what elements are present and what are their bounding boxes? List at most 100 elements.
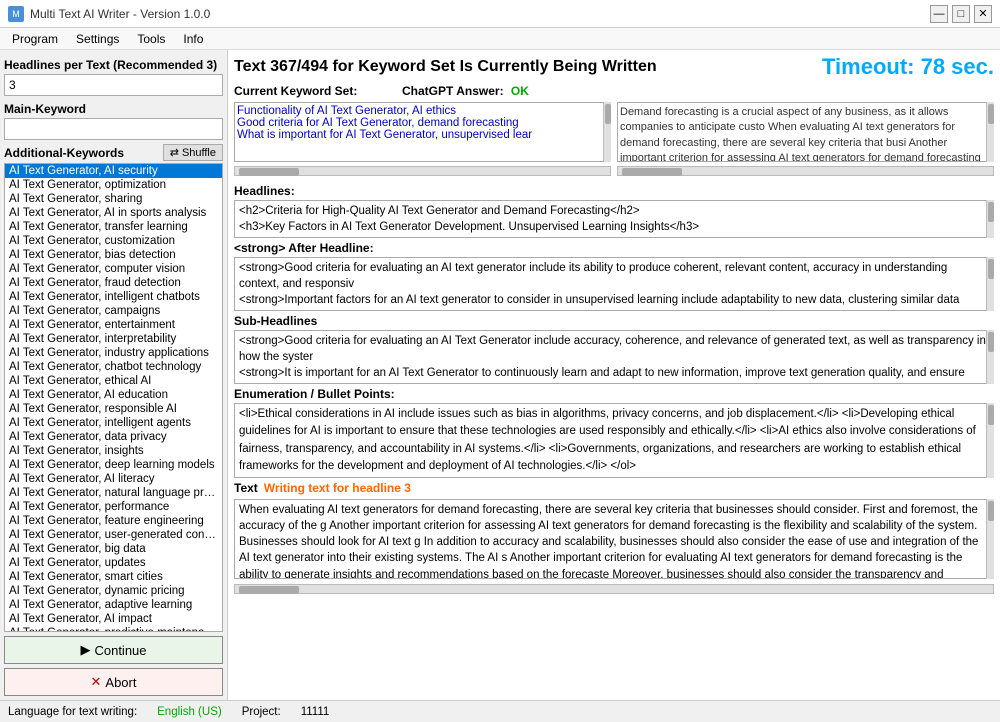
timeout-display: Timeout: 78 sec. xyxy=(822,54,994,80)
sub-headlines-textarea[interactable]: <strong>Good criteria for evaluating an … xyxy=(234,330,994,384)
sub-headlines-scrollbar[interactable] xyxy=(986,330,994,384)
keyword-item[interactable]: AI Text Generator, AI security xyxy=(5,164,222,178)
keyword-item[interactable]: AI Text Generator, AI impact xyxy=(5,612,222,626)
keyword-item[interactable]: AI Text Generator, user-generated conten… xyxy=(5,528,222,542)
keyword-chatgpt-row: Current Keyword Set: ChatGPT Answer: OK xyxy=(234,84,994,98)
keyword-item[interactable]: AI Text Generator, responsible AI xyxy=(5,402,222,416)
abort-button[interactable]: ✕ Abort xyxy=(4,668,223,696)
keyword-item[interactable]: AI Text Generator, predictive maintenanc… xyxy=(5,626,222,632)
menu-info[interactable]: Info xyxy=(175,30,211,47)
keyword-item[interactable]: AI Text Generator, computer vision xyxy=(5,262,222,276)
timeout-header: Text 367/494 for Keyword Set Is Currentl… xyxy=(234,54,994,80)
maximize-button[interactable]: □ xyxy=(952,5,970,23)
keyword-item[interactable]: AI Text Generator, natural language proc… xyxy=(5,486,222,500)
keyword-item[interactable]: AI Text Generator, transfer learning xyxy=(5,220,222,234)
after-headline-label: <strong> After Headline: xyxy=(234,241,994,255)
continue-button[interactable]: ▶ Continue xyxy=(4,636,223,664)
keyword-set-item: What is important for AI Text Generator,… xyxy=(237,129,608,141)
status-bar: Language for text writing: English (US) … xyxy=(0,700,1000,722)
chatgpt-box-wrapper: Demand forecasting is a crucial aspect o… xyxy=(617,102,994,162)
writing-title: Text 367/494 for Keyword Set Is Currentl… xyxy=(234,58,657,76)
text-section: Text Writing text for headline 3 When ev… xyxy=(234,481,994,579)
keyword-item[interactable]: AI Text Generator, entertainment xyxy=(5,318,222,332)
keyword-item[interactable]: AI Text Generator, adaptive learning xyxy=(5,598,222,612)
enum-box-wrapper: <li>Ethical considerations in AI include… xyxy=(234,403,994,478)
chatgpt-scrollbar[interactable] xyxy=(986,102,994,162)
keyword-item[interactable]: AI Text Generator, smart cities xyxy=(5,570,222,584)
keyword-item[interactable]: AI Text Generator, performance xyxy=(5,500,222,514)
close-button[interactable]: ✕ xyxy=(974,5,992,23)
language-label: Language for text writing: xyxy=(8,706,137,718)
keyword-item[interactable]: AI Text Generator, AI in sports analysis xyxy=(5,206,222,220)
sub-headlines-section: Sub-Headlines <strong>Good criteria for … xyxy=(234,314,994,384)
text-scrollbar[interactable] xyxy=(986,499,994,579)
keyword-item[interactable]: AI Text Generator, AI education xyxy=(5,388,222,402)
after-headline-scrollbar[interactable] xyxy=(986,257,994,311)
keyword-item[interactable]: AI Text Generator, data privacy xyxy=(5,430,222,444)
menu-tools[interactable]: Tools xyxy=(129,30,173,47)
chatgpt-box[interactable]: Demand forecasting is a crucial aspect o… xyxy=(617,102,994,162)
keyword-set-item: Good criteria for AI Text Generator, dem… xyxy=(237,117,608,129)
keyword-item[interactable]: AI Text Generator, updates xyxy=(5,556,222,570)
chatgpt-label: ChatGPT Answer: xyxy=(402,84,504,98)
left-panel: Headlines per Text (Recommended 3) Main-… xyxy=(0,50,228,700)
menu-program[interactable]: Program xyxy=(4,30,66,47)
minimize-button[interactable]: — xyxy=(930,5,948,23)
keyword-item[interactable]: AI Text Generator, industry applications xyxy=(5,346,222,360)
keyword-item[interactable]: AI Text Generator, interpretability xyxy=(5,332,222,346)
enum-label: Enumeration / Bullet Points: xyxy=(234,387,994,401)
keyword-item[interactable]: AI Text Generator, sharing xyxy=(5,192,222,206)
keyword-set-item: Functionality of AI Text Generator, AI e… xyxy=(237,105,608,117)
after-headline-box-wrapper: <strong>Good criteria for evaluating an … xyxy=(234,257,994,311)
chatgpt-answer-label: ChatGPT Answer: OK xyxy=(402,84,562,98)
main-layout: Headlines per Text (Recommended 3) Main-… xyxy=(0,50,1000,700)
headlines-input[interactable] xyxy=(4,74,223,96)
app-icon: M xyxy=(8,6,24,22)
headlines-textarea[interactable]: <h2>Criteria for High-Quality AI Text Ge… xyxy=(234,200,994,238)
keyword-item[interactable]: AI Text Generator, bias detection xyxy=(5,248,222,262)
main-keyword-input[interactable] xyxy=(4,118,223,140)
keyword-item[interactable]: AI Text Generator, chatbot technology xyxy=(5,360,222,374)
keyword-set-area: Functionality of AI Text Generator, AI e… xyxy=(234,102,994,162)
keyword-item[interactable]: AI Text Generator, intelligent agents xyxy=(5,416,222,430)
enum-scrollbar[interactable] xyxy=(986,403,994,478)
keyword-item[interactable]: AI Text Generator, optimization xyxy=(5,178,222,192)
after-headline-textarea[interactable]: <strong>Good criteria for evaluating an … xyxy=(234,257,994,311)
keyword-item[interactable]: AI Text Generator, AI literacy xyxy=(5,472,222,486)
keyword-set-box[interactable]: Functionality of AI Text Generator, AI e… xyxy=(234,102,611,162)
text-h-scroll[interactable] xyxy=(234,584,994,594)
keyword-item[interactable]: AI Text Generator, fraud detection xyxy=(5,276,222,290)
headlines-scrollbar[interactable] xyxy=(986,200,994,238)
headlines-section-label: Headlines: xyxy=(234,184,994,198)
h-scroll-left-bar[interactable] xyxy=(234,166,611,176)
window-controls: — □ ✕ xyxy=(930,5,992,23)
additional-keywords-header: Additional-Keywords ⇄ Shuffle xyxy=(4,144,223,161)
current-keyword-label: Current Keyword Set: xyxy=(234,84,394,98)
keywords-list[interactable]: AI Text Generator, AI securityAI Text Ge… xyxy=(4,163,223,632)
language-value: English (US) xyxy=(157,706,222,718)
keyword-item[interactable]: AI Text Generator, dynamic pricing xyxy=(5,584,222,598)
keyword-item[interactable]: AI Text Generator, ethical AI xyxy=(5,374,222,388)
keyword-item[interactable]: AI Text Generator, deep learning models xyxy=(5,458,222,472)
shuffle-button[interactable]: ⇄ Shuffle xyxy=(163,144,223,161)
keyword-set-scrollbar[interactable] xyxy=(603,102,611,162)
play-icon: ▶ xyxy=(80,642,90,658)
keyword-item[interactable]: AI Text Generator, insights xyxy=(5,444,222,458)
text-writing-label: Writing text for headline 3 xyxy=(264,481,411,495)
keyword-item[interactable]: AI Text Generator, intelligent chatbots xyxy=(5,290,222,304)
keyword-item[interactable]: AI Text Generator, feature engineering xyxy=(5,514,222,528)
abort-icon: ✕ xyxy=(91,674,102,690)
keyword-item[interactable]: AI Text Generator, customization xyxy=(5,234,222,248)
h-scroll-right-bar[interactable] xyxy=(617,166,994,176)
sub-headlines-label: Sub-Headlines xyxy=(234,314,994,328)
shuffle-label: Shuffle xyxy=(182,147,216,159)
sub-headlines-box-wrapper: <strong>Good criteria for evaluating an … xyxy=(234,330,994,384)
headlines-box-wrapper: <h2>Criteria for High-Quality AI Text Ge… xyxy=(234,200,994,238)
keyword-item[interactable]: AI Text Generator, campaigns xyxy=(5,304,222,318)
text-textarea[interactable]: When evaluating AI text generators for d… xyxy=(234,499,994,579)
keyword-item[interactable]: AI Text Generator, big data xyxy=(5,542,222,556)
menu-settings[interactable]: Settings xyxy=(68,30,127,47)
continue-label: Continue xyxy=(94,643,146,658)
enum-textarea[interactable]: <li>Ethical considerations in AI include… xyxy=(234,403,994,478)
keyword-set-wrapper: Functionality of AI Text Generator, AI e… xyxy=(234,102,611,162)
